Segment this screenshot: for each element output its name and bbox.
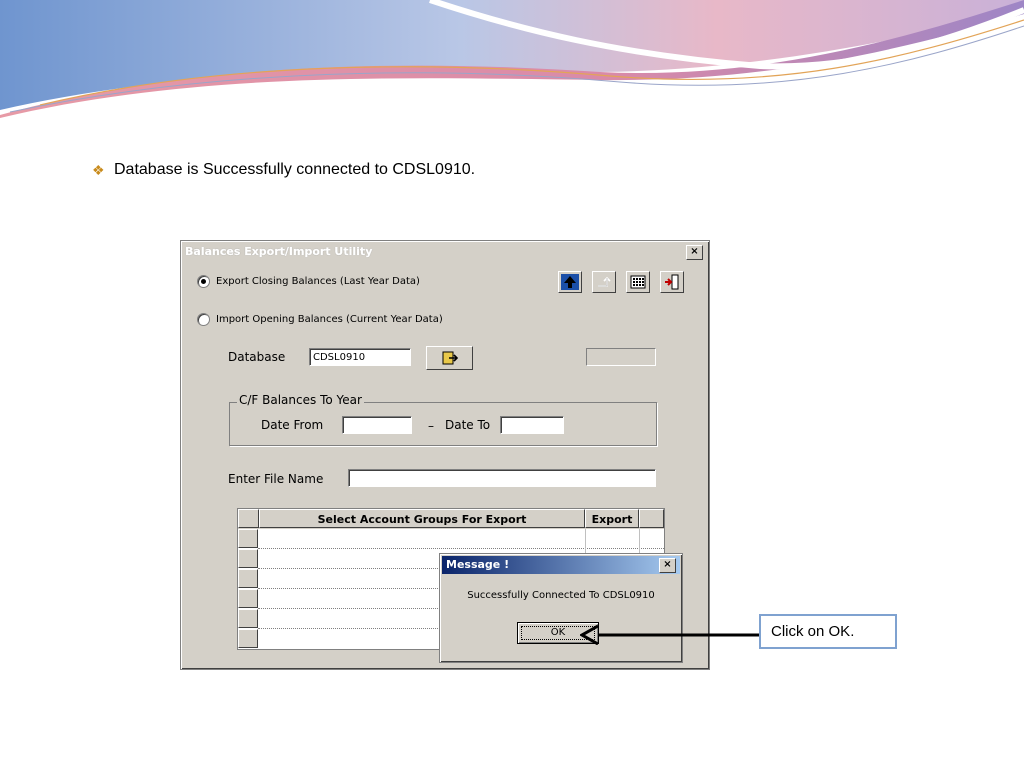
pointer-arrow (580, 625, 762, 645)
row-selector[interactable] (238, 529, 258, 548)
file-name-input[interactable] (348, 469, 656, 487)
date-from-label: Date From (261, 418, 324, 432)
file-name-label: Enter File Name (228, 472, 324, 486)
up-arrow-icon (561, 274, 579, 290)
bullet-line: ❖ Database is Successfully connected to … (92, 161, 475, 179)
export-radio-label: Export Closing Balances (Last Year Data) (216, 276, 420, 287)
import-radio-row[interactable]: Import Opening Balances (Current Year Da… (197, 313, 443, 326)
message-dialog: Message ! × Successfully Connected To CD… (439, 553, 683, 663)
window-titlebar: Balances Export/Import Utility (183, 243, 707, 261)
window-title: Balances Export/Import Utility (185, 245, 373, 258)
import-radio-label: Import Opening Balances (Current Year Da… (216, 314, 443, 325)
calculator-button[interactable] (626, 271, 650, 293)
bullet-text: Database is Successfully connected to CD… (114, 161, 476, 178)
export-radio-row[interactable]: Export Closing Balances (Last Year Data) (197, 275, 420, 288)
grid-header-account-groups[interactable]: Select Account Groups For Export (259, 509, 585, 528)
export-radio[interactable] (197, 275, 210, 288)
cf-balances-legend: C/F Balances To Year (237, 393, 364, 407)
date-to-input[interactable] (500, 416, 564, 434)
message-title: Message ! (442, 556, 680, 574)
row-selector[interactable] (238, 589, 258, 608)
database-input[interactable]: CDSL0910 (309, 348, 411, 366)
status-box (586, 348, 656, 366)
grid-corner-cell (238, 509, 259, 528)
click-ok-callout: Click on OK. (759, 614, 897, 649)
date-from-input[interactable] (342, 416, 412, 434)
exit-door-icon (665, 274, 679, 290)
row-selector[interactable] (238, 569, 258, 588)
upload-button[interactable] (558, 271, 582, 293)
message-close-button[interactable]: × (659, 558, 676, 573)
row-selector[interactable] (238, 629, 258, 648)
grid-header-blank (639, 509, 664, 528)
import-button[interactable] (592, 271, 616, 293)
grid-header: Select Account Groups For Export Export (238, 509, 664, 529)
exit-button[interactable] (660, 271, 684, 293)
import-radio[interactable] (197, 313, 210, 326)
table-row[interactable] (258, 548, 664, 549)
message-text: Successfully Connected To CDSL0910 (467, 590, 655, 601)
header-swoosh (0, 0, 1024, 118)
grid-header-export[interactable]: Export (585, 509, 639, 528)
database-label: Database (228, 350, 286, 364)
window-close-button[interactable]: × (686, 245, 703, 260)
date-dash: – (428, 419, 434, 433)
diamond-bullet-icon: ❖ (92, 161, 105, 178)
import-arrow-icon (598, 276, 611, 287)
connect-database-button[interactable] (426, 346, 473, 370)
row-selector[interactable] (238, 549, 258, 568)
date-to-label: Date To (445, 418, 491, 432)
connect-icon (442, 351, 458, 365)
row-selector[interactable] (238, 609, 258, 628)
calculator-icon (630, 275, 646, 289)
